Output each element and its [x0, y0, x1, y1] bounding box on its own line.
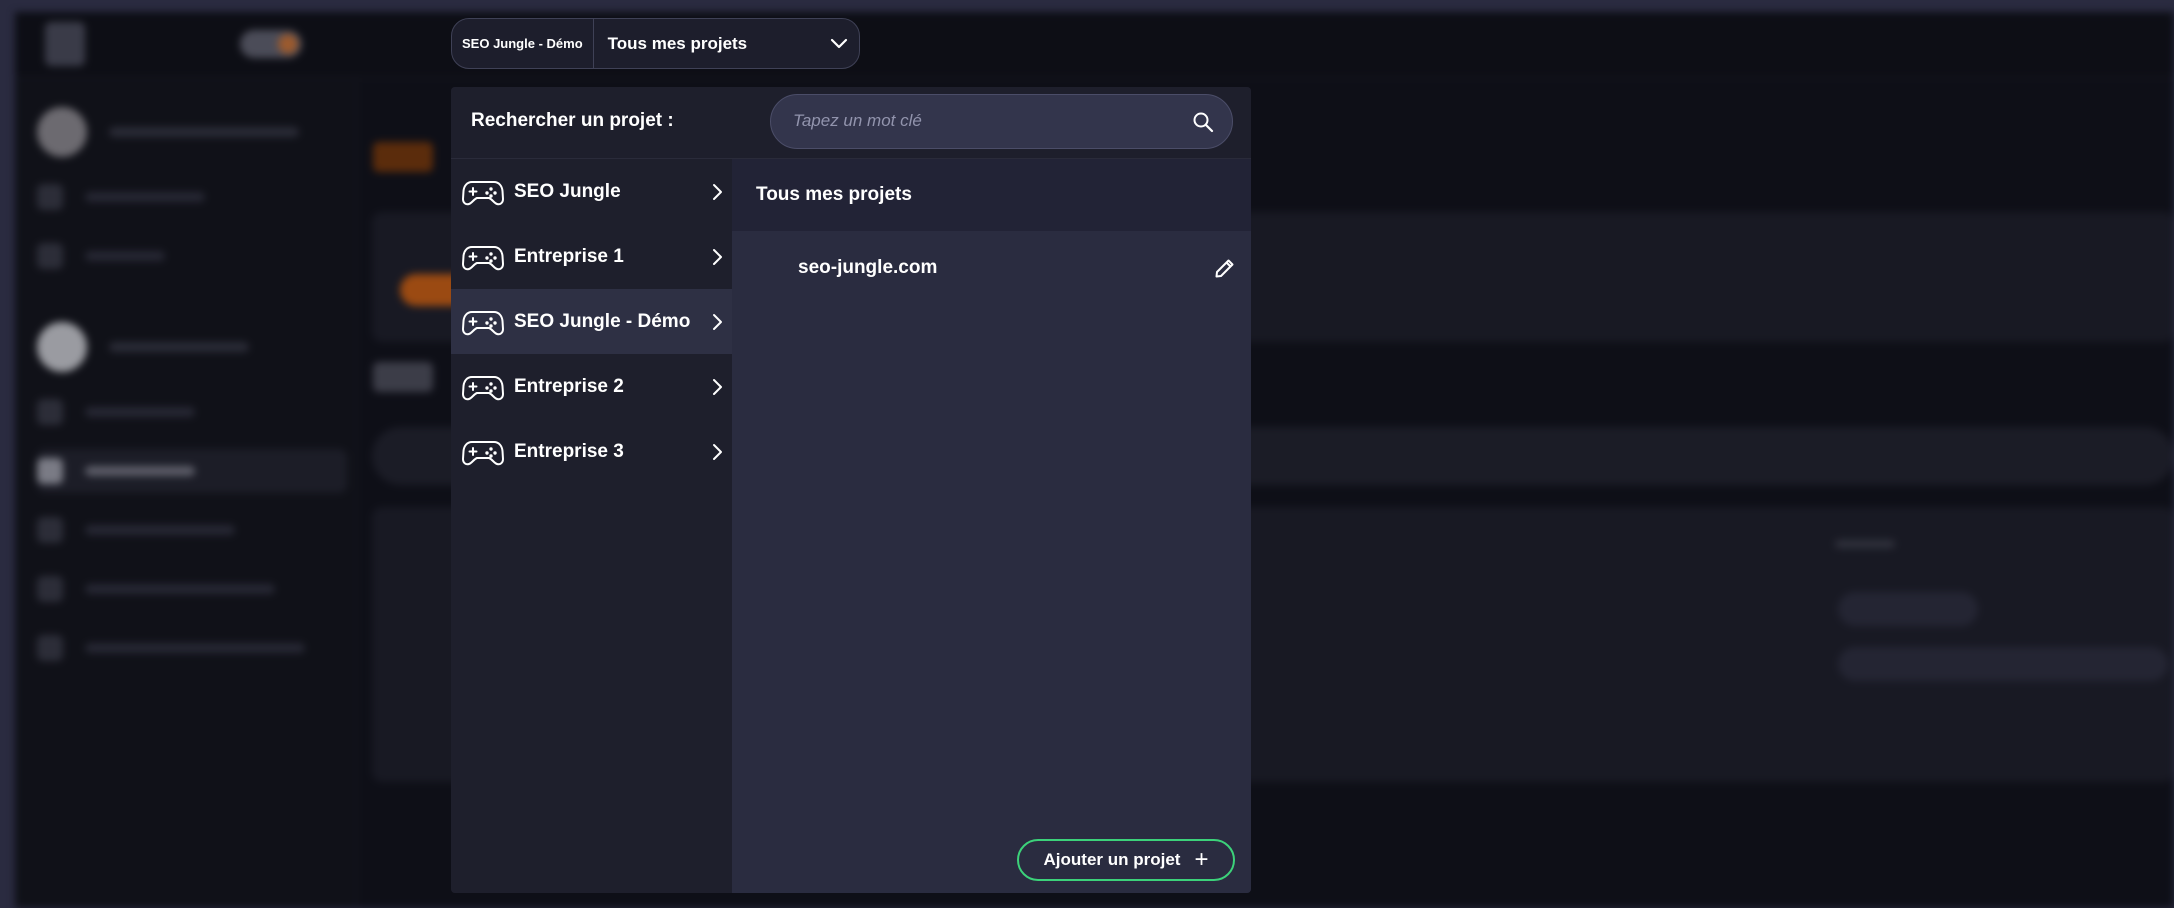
bg-org-row [37, 322, 347, 372]
chevron-down-icon[interactable] [819, 38, 859, 50]
chevron-right-icon [702, 443, 732, 461]
panel-header: Rechercher un projet : [451, 87, 1251, 159]
chevron-right-icon [702, 248, 732, 266]
bg-side-row [37, 175, 347, 219]
bg-side-row [37, 567, 347, 611]
bg-user-row [37, 107, 347, 157]
plus-icon: + [1194, 846, 1209, 873]
gamepad-icon [462, 437, 504, 467]
pencil-icon[interactable] [1213, 256, 1237, 280]
bg-section-title [373, 362, 433, 392]
chevron-right-icon [702, 313, 732, 331]
organization-item[interactable]: Entreprise 2 [451, 354, 732, 419]
bg-side-row [37, 234, 347, 278]
bg-sidebar [15, 78, 357, 908]
bg-mode-left [145, 30, 230, 44]
bg-table-header [1835, 540, 1895, 548]
organization-name: Entreprise 2 [514, 375, 624, 397]
project-dropdown-panel: Rechercher un projet : SEO Jungle Entrepr… [451, 87, 1251, 893]
search-box[interactable] [770, 94, 1233, 149]
organization-list: SEO Jungle Entreprise 1 SEO Jungle - Démo E… [451, 159, 732, 893]
bg-orange-title [373, 142, 433, 172]
project-list: seo-jungle.com [732, 231, 1251, 305]
projects-pane-header: Tous mes projets [732, 159, 1251, 231]
gamepad-icon [462, 177, 504, 207]
organization-item[interactable]: Entreprise 3 [451, 419, 732, 484]
bg-chip [1838, 592, 1978, 626]
search-label: Rechercher un projet : [471, 110, 674, 131]
project-selector[interactable]: SEO Jungle - Démo Tous mes projets [451, 18, 860, 69]
app-logo [35, 18, 95, 70]
search-input[interactable] [793, 95, 1173, 147]
organization-item[interactable]: SEO Jungle - Démo [451, 289, 732, 354]
bg-mode-toggle [240, 30, 302, 58]
gamepad-icon [462, 372, 504, 402]
bg-topbar [15, 12, 2174, 78]
selector-current-project: Tous mes projets [607, 33, 748, 53]
organization-name: SEO Jungle [514, 180, 621, 202]
project-row[interactable]: seo-jungle.com [732, 231, 1251, 305]
search-icon[interactable] [1192, 111, 1214, 133]
organization-name: Entreprise 1 [514, 245, 624, 267]
chevron-right-icon [702, 183, 732, 201]
chevron-right-icon [702, 378, 732, 396]
bg-chip [1838, 647, 2168, 681]
selector-current-org: SEO Jungle - Démo [452, 19, 594, 68]
bg-side-row [37, 390, 347, 434]
bg-side-row-active [37, 449, 347, 493]
gamepad-icon [462, 307, 504, 337]
project-name: seo-jungle.com [798, 257, 938, 278]
bg-side-row [37, 626, 347, 670]
organization-name: SEO Jungle - Démo [514, 310, 691, 332]
organization-item[interactable]: Entreprise 1 [451, 224, 732, 289]
organization-name: Entreprise 3 [514, 440, 624, 462]
add-project-button[interactable]: Ajouter un projet + [1017, 839, 1235, 881]
gamepad-icon [462, 242, 504, 272]
bg-side-row [37, 508, 347, 552]
bg-mode-right [315, 30, 318, 44]
organization-item[interactable]: SEO Jungle [451, 159, 732, 224]
projects-pane: Tous mes projets seo-jungle.com Ajouter … [732, 159, 1251, 893]
add-project-label: Ajouter un projet [1043, 850, 1181, 869]
